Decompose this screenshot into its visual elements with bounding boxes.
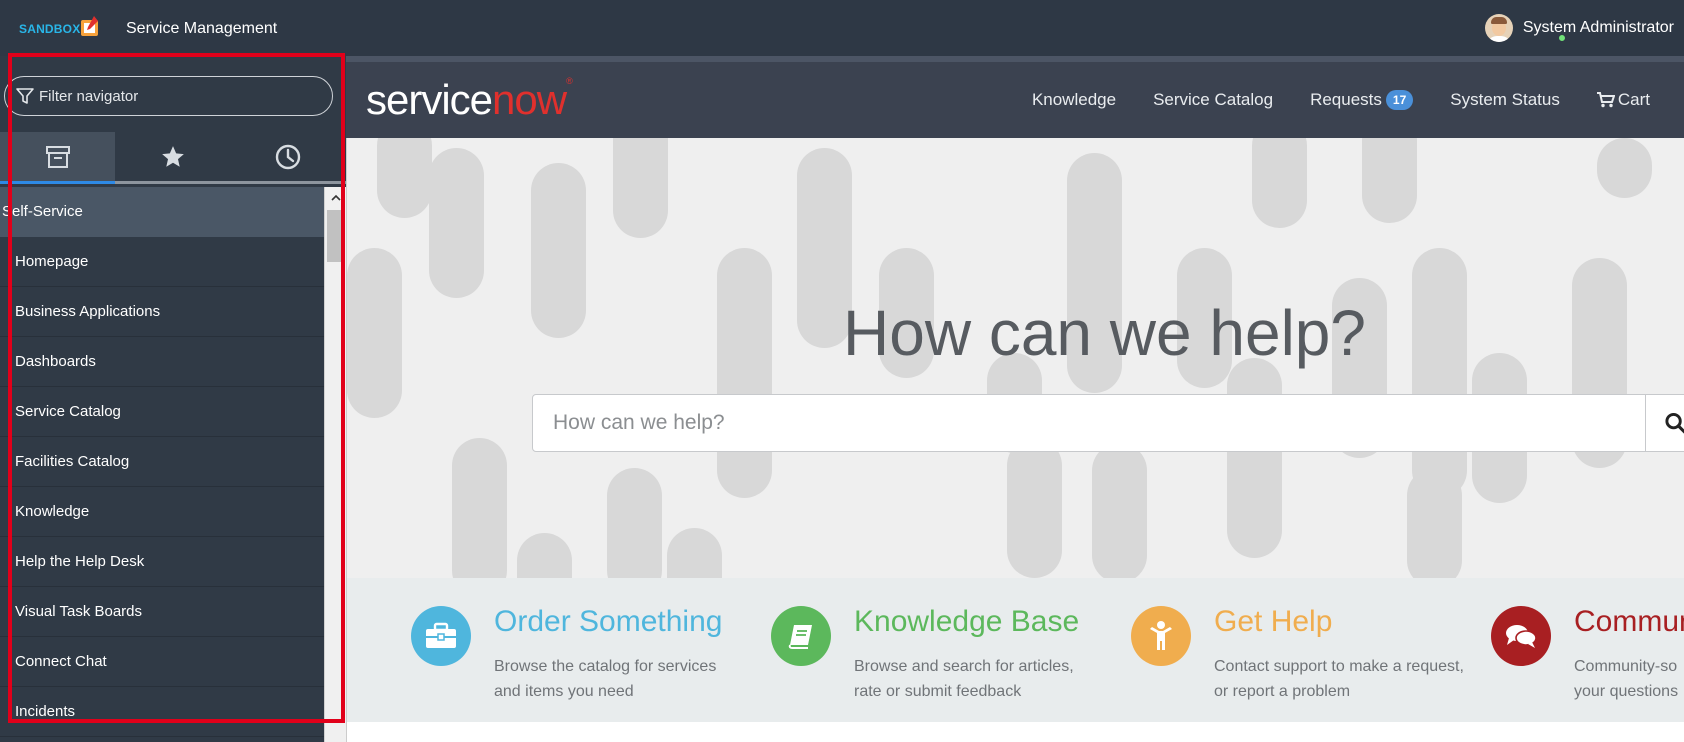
requests-count-badge: 17 — [1385, 90, 1414, 110]
clock-icon — [276, 144, 301, 169]
hero-banner: How can we help? — [346, 138, 1684, 578]
top-banner: SANDBOX Service Management System Admini… — [0, 0, 1684, 56]
briefcase-icon — [411, 606, 471, 666]
search-icon — [1665, 412, 1684, 434]
tab-history[interactable] — [231, 132, 346, 181]
navigator-tabs — [0, 132, 346, 184]
navigator-scrollbar[interactable] — [324, 187, 346, 742]
application-navigator: Self-Service Homepage Business Applicati… — [0, 56, 346, 742]
feature-description: Browse and search for articles, rate or … — [854, 658, 1074, 700]
nav-item-homepage[interactable]: Homepage — [0, 237, 324, 287]
feature-order-something[interactable]: Order Something Browse the catalog for s… — [411, 605, 751, 706]
cart-icon — [1596, 92, 1615, 108]
servicenow-logo[interactable]: servicenow® — [366, 76, 573, 124]
filter-input[interactable] — [39, 77, 324, 115]
feature-description: Community-so your questions — [1574, 658, 1679, 700]
navigator-list: Self-Service Homepage Business Applicati… — [0, 187, 346, 742]
nav-item-facilities-catalog[interactable]: Facilities Catalog — [0, 437, 324, 487]
menu-service-catalog[interactable]: Service Catalog — [1153, 90, 1273, 110]
nav-item-help-the-help-desk[interactable]: Help the Help Desk — [0, 537, 324, 587]
person-icon — [1131, 606, 1191, 666]
feature-row: Order Something Browse the catalog for s… — [346, 578, 1684, 722]
user-menu[interactable]: System Administrator — [1484, 13, 1674, 43]
tab-favorites[interactable] — [115, 132, 230, 181]
nav-item-service-catalog[interactable]: Service Catalog — [0, 387, 324, 437]
sandbox-badge-icon — [81, 16, 98, 36]
scroll-up-button[interactable] — [325, 187, 346, 209]
feature-description: Contact support to make a request, or re… — [1214, 658, 1464, 700]
nav-item-knowledge[interactable]: Knowledge — [0, 487, 324, 537]
scroll-thumb[interactable] — [327, 210, 344, 262]
search-box[interactable] — [532, 394, 1684, 452]
nav-item-business-applications[interactable]: Business Applications — [0, 287, 324, 337]
nav-item-incidents[interactable]: Incidents — [0, 687, 324, 737]
chevron-up-icon — [330, 194, 341, 201]
search-button[interactable] — [1645, 395, 1684, 451]
feature-title[interactable]: Commun — [1574, 606, 1684, 639]
user-name[interactable]: System Administrator — [1523, 19, 1674, 37]
app-title: Service Management — [126, 20, 278, 37]
feature-description: Browse the catalog for services and item… — [494, 658, 717, 700]
requests-label: Requests — [1310, 90, 1382, 109]
feature-knowledge-base[interactable]: Knowledge Base Browse and search for art… — [771, 605, 1111, 706]
menu-cart[interactable]: Cart — [1596, 90, 1650, 110]
archive-icon — [45, 145, 70, 168]
hero-title: How can we help? — [843, 297, 1366, 369]
filter-navigator[interactable] — [4, 76, 333, 116]
nav-item-dashboards[interactable]: Dashboards — [0, 337, 324, 387]
presence-indicator — [1558, 34, 1566, 42]
filter-icon — [16, 88, 34, 104]
tab-all-apps[interactable] — [0, 132, 116, 184]
menu-knowledge[interactable]: Knowledge — [1032, 90, 1116, 110]
avatar[interactable] — [1484, 14, 1513, 42]
book-icon — [771, 606, 831, 666]
sandbox-logo[interactable]: SANDBOX — [19, 22, 80, 36]
page-body-below — [346, 722, 1684, 742]
menu-requests[interactable]: Requests 17 — [1310, 90, 1414, 110]
chat-icon — [1491, 606, 1551, 666]
feature-get-help[interactable]: Get Help Contact support to make a reque… — [1131, 605, 1471, 706]
feature-title[interactable]: Knowledge Base — [854, 605, 1079, 639]
nav-item-connect-chat[interactable]: Connect Chat — [0, 637, 324, 687]
star-icon — [162, 145, 184, 167]
nav-section-self-service[interactable]: Self-Service — [0, 187, 324, 237]
feature-title[interactable]: Get Help — [1214, 605, 1332, 639]
search-input[interactable] — [533, 395, 1643, 451]
portal-menu: Knowledge Service Catalog Requests 17 Sy… — [995, 62, 1650, 138]
nav-item-visual-task-boards[interactable]: Visual Task Boards — [0, 587, 324, 637]
feature-title[interactable]: Order Something — [494, 605, 722, 639]
feature-community[interactable]: Commun Community-so your questions — [1491, 606, 1684, 706]
portal-header: servicenow® Knowledge Service Catalog Re… — [346, 56, 1684, 138]
menu-system-status[interactable]: System Status — [1450, 90, 1560, 110]
cart-label: Cart — [1617, 90, 1650, 109]
